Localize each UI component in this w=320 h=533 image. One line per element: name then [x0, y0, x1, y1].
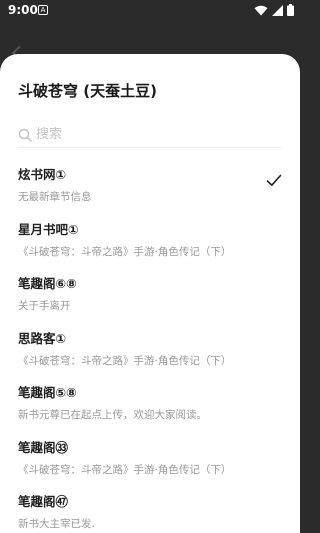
source-item[interactable]: 思路客① 《斗破苍穹：斗帝之路》手游·角色传记（下）: [0, 328, 300, 383]
source-latest-chapter: 《斗破苍穹：斗帝之路》手游·角色传记（下）: [18, 354, 232, 367]
source-latest-chapter: 《斗破苍穹：斗帝之路》手游·角色传记（下）: [18, 245, 232, 258]
source-name: 炫书网①: [18, 167, 67, 182]
status-bar: 9:00 A: [0, 0, 300, 22]
source-item[interactable]: 笔趣阁⑤⑧ 新书元尊已在起点上传，欢迎大家阅读。: [0, 382, 300, 437]
signal-icon: [272, 4, 283, 16]
source-name: 笔趣阁㊼: [18, 494, 69, 509]
source-name: 笔趣阁⑤⑧: [18, 385, 77, 400]
source-latest-chapter: 无最新章节信息: [18, 191, 92, 203]
source-name: 笔趣阁㉝: [18, 439, 69, 455]
source-item[interactable]: 笔趣阁⑥⑧ 关于手离开: [0, 273, 300, 328]
source-item[interactable]: 星月书吧① 《斗破苍穹：斗帝之路》手游·角色传记（下）: [0, 219, 300, 274]
wifi-icon: [254, 5, 268, 15]
source-picker-sheet: 斗破苍穹 (天蚕土豆) 炫书网① 无最新章节信息 星月书吧① 《斗破苍穹：斗帝之…: [0, 54, 300, 533]
source-list: 炫书网① 无最新章节信息 星月书吧① 《斗破苍穹：斗帝之路》手游·角色传记（下）…: [0, 164, 300, 533]
source-latest-chapter: 《斗破苍穹：斗帝之路》手游·角色传记（下）: [18, 463, 232, 476]
battery-icon: [287, 4, 294, 16]
source-item[interactable]: 笔趣阁㉝ 《斗破苍穹：斗帝之路》手游·角色传记（下）: [0, 437, 300, 492]
source-latest-chapter: 关于手离开: [18, 300, 71, 312]
source-item[interactable]: 炫书网① 无最新章节信息: [0, 164, 300, 219]
source-name: 思路客①: [18, 330, 67, 346]
search-input[interactable]: [36, 127, 266, 142]
search-icon: [18, 128, 32, 142]
source-item[interactable]: 笔趣阁㊼ 新书大主宰已发.: [0, 491, 300, 533]
checkmark-icon: [266, 174, 282, 186]
status-time: 9:00: [8, 3, 38, 17]
search-bar[interactable]: [18, 122, 282, 148]
notification-icon: A: [38, 5, 48, 15]
status-icons: [254, 4, 294, 16]
source-latest-chapter: 新书元尊已在起点上传，欢迎大家阅读。: [18, 409, 207, 421]
source-name: 星月书吧①: [18, 221, 79, 237]
source-name: 笔趣阁⑥⑧: [18, 276, 77, 291]
sheet-title: 斗破苍穹 (天蚕土豆): [18, 82, 157, 100]
source-latest-chapter: 新书大主宰已发.: [18, 518, 95, 530]
